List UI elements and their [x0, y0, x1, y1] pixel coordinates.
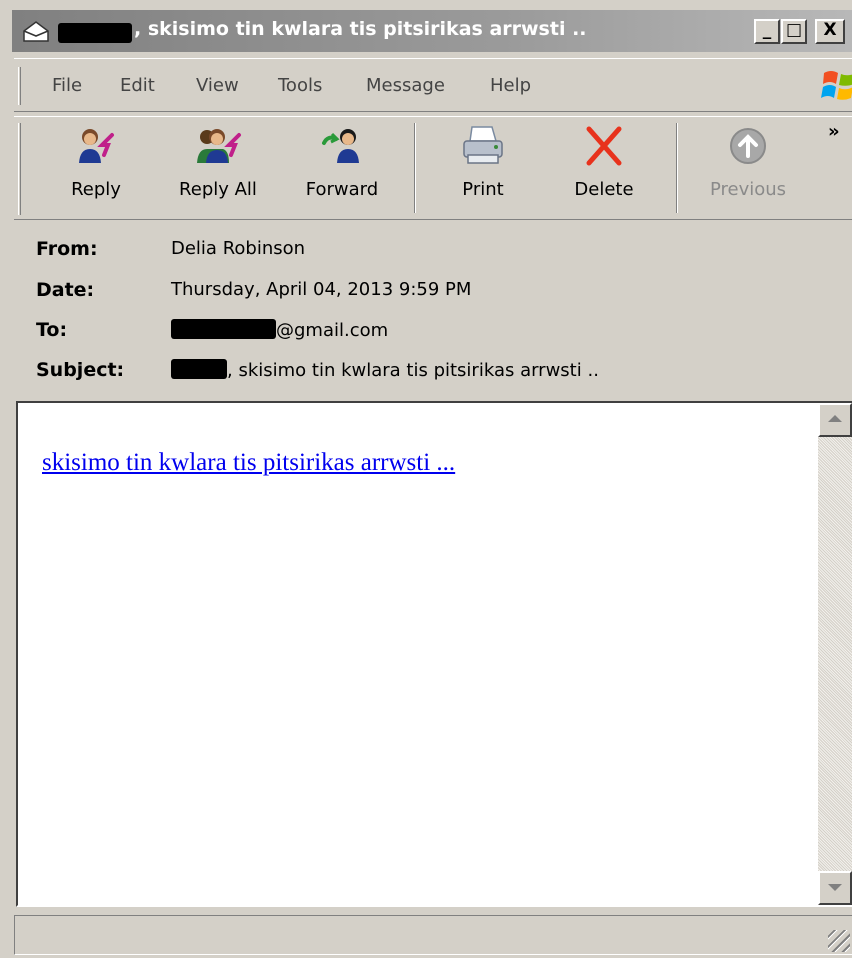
to-value-wrap: @gmail.com — [171, 319, 388, 341]
delete-button[interactable]: Delete — [564, 125, 644, 217]
to-label: To: — [36, 319, 68, 341]
arrow-down-icon — [828, 884, 842, 891]
status-bar — [14, 915, 852, 955]
delete-x-icon — [586, 126, 622, 166]
scroll-down-button[interactable] — [818, 871, 852, 905]
menu-grip[interactable] — [18, 67, 21, 105]
forward-button[interactable]: Forward — [296, 125, 388, 217]
resize-grip-icon[interactable] — [828, 930, 850, 952]
scroll-up-button[interactable] — [818, 403, 852, 437]
date-label: Date: — [36, 279, 95, 301]
toolbar-separator — [676, 123, 678, 213]
previous-button[interactable]: Previous — [700, 125, 796, 217]
forward-icon — [322, 129, 359, 163]
to-row: To: @gmail.com — [36, 319, 836, 347]
forward-label: Forward — [305, 179, 379, 200]
toolbar-overflow-chevron[interactable]: » — [828, 121, 840, 142]
toolbar: Reply Reply All Forward Print Delete Pre… — [14, 116, 852, 220]
subject-value: , skisimo tin kwlara tis pitsirikas arrw… — [227, 360, 599, 381]
menu-tools[interactable]: Tools — [278, 75, 322, 96]
menu-help[interactable]: Help — [490, 75, 531, 96]
to-value: @gmail.com — [276, 320, 389, 341]
menu-file[interactable]: File — [52, 75, 82, 96]
reply-all-label: Reply All — [179, 179, 257, 200]
print-label: Print — [462, 179, 504, 200]
from-value: Delia Robinson — [171, 238, 306, 259]
subject-label: Subject: — [36, 359, 125, 381]
envelope-icon — [23, 21, 49, 42]
date-value: Thursday, April 04, 2013 9:59 PM — [171, 279, 472, 300]
minimize-button[interactable]: _ — [754, 19, 780, 44]
menu-bar: File Edit View Tools Message Help — [14, 58, 852, 112]
toolbar-grip[interactable] — [18, 123, 21, 215]
date-row: Date: Thursday, April 04, 2013 9:59 PM — [36, 279, 836, 307]
up-arrow-icon — [730, 128, 766, 164]
delete-label: Delete — [574, 179, 634, 200]
maximize-button[interactable]: □ — [781, 19, 807, 44]
redacted-name — [58, 23, 132, 43]
title-bar[interactable]: , skisimo tin kwlara tis pitsirikas arrw… — [12, 10, 852, 52]
subject-value-wrap: , skisimo tin kwlara tis pitsirikas arrw… — [171, 359, 599, 381]
printer-icon — [463, 126, 503, 164]
reply-icon — [79, 129, 114, 163]
reply-all-icon — [197, 129, 241, 163]
menu-edit[interactable]: Edit — [120, 75, 155, 96]
subject-row: Subject: , skisimo tin kwlara tis pitsir… — [36, 359, 836, 387]
windows-logo-icon — [821, 71, 852, 100]
reply-all-button[interactable]: Reply All — [166, 125, 270, 217]
toolbar-separator — [414, 123, 416, 213]
menu-message[interactable]: Message — [366, 75, 445, 96]
arrow-up-icon — [828, 415, 842, 422]
redacted-name — [171, 359, 227, 379]
previous-label: Previous — [709, 179, 787, 200]
email-window: , skisimo tin kwlara tis pitsirikas arrw… — [0, 0, 852, 958]
menu-view[interactable]: View — [196, 75, 239, 96]
from-row: From: Delia Robinson — [36, 238, 836, 266]
print-button[interactable]: Print — [448, 125, 518, 217]
reply-label: Reply — [71, 179, 121, 200]
from-label: From: — [36, 238, 98, 260]
reply-button[interactable]: Reply — [58, 125, 134, 217]
window-title: , skisimo tin kwlara tis pitsirikas arrw… — [134, 18, 587, 40]
close-button[interactable]: X — [815, 19, 845, 44]
redacted-email-user — [171, 319, 276, 339]
vertical-scrollbar[interactable] — [818, 403, 852, 905]
message-body[interactable]: skisimo tin kwlara tis pitsirikas arrwst… — [16, 401, 852, 907]
message-link[interactable]: skisimo tin kwlara tis pitsirikas arrwst… — [42, 449, 455, 477]
